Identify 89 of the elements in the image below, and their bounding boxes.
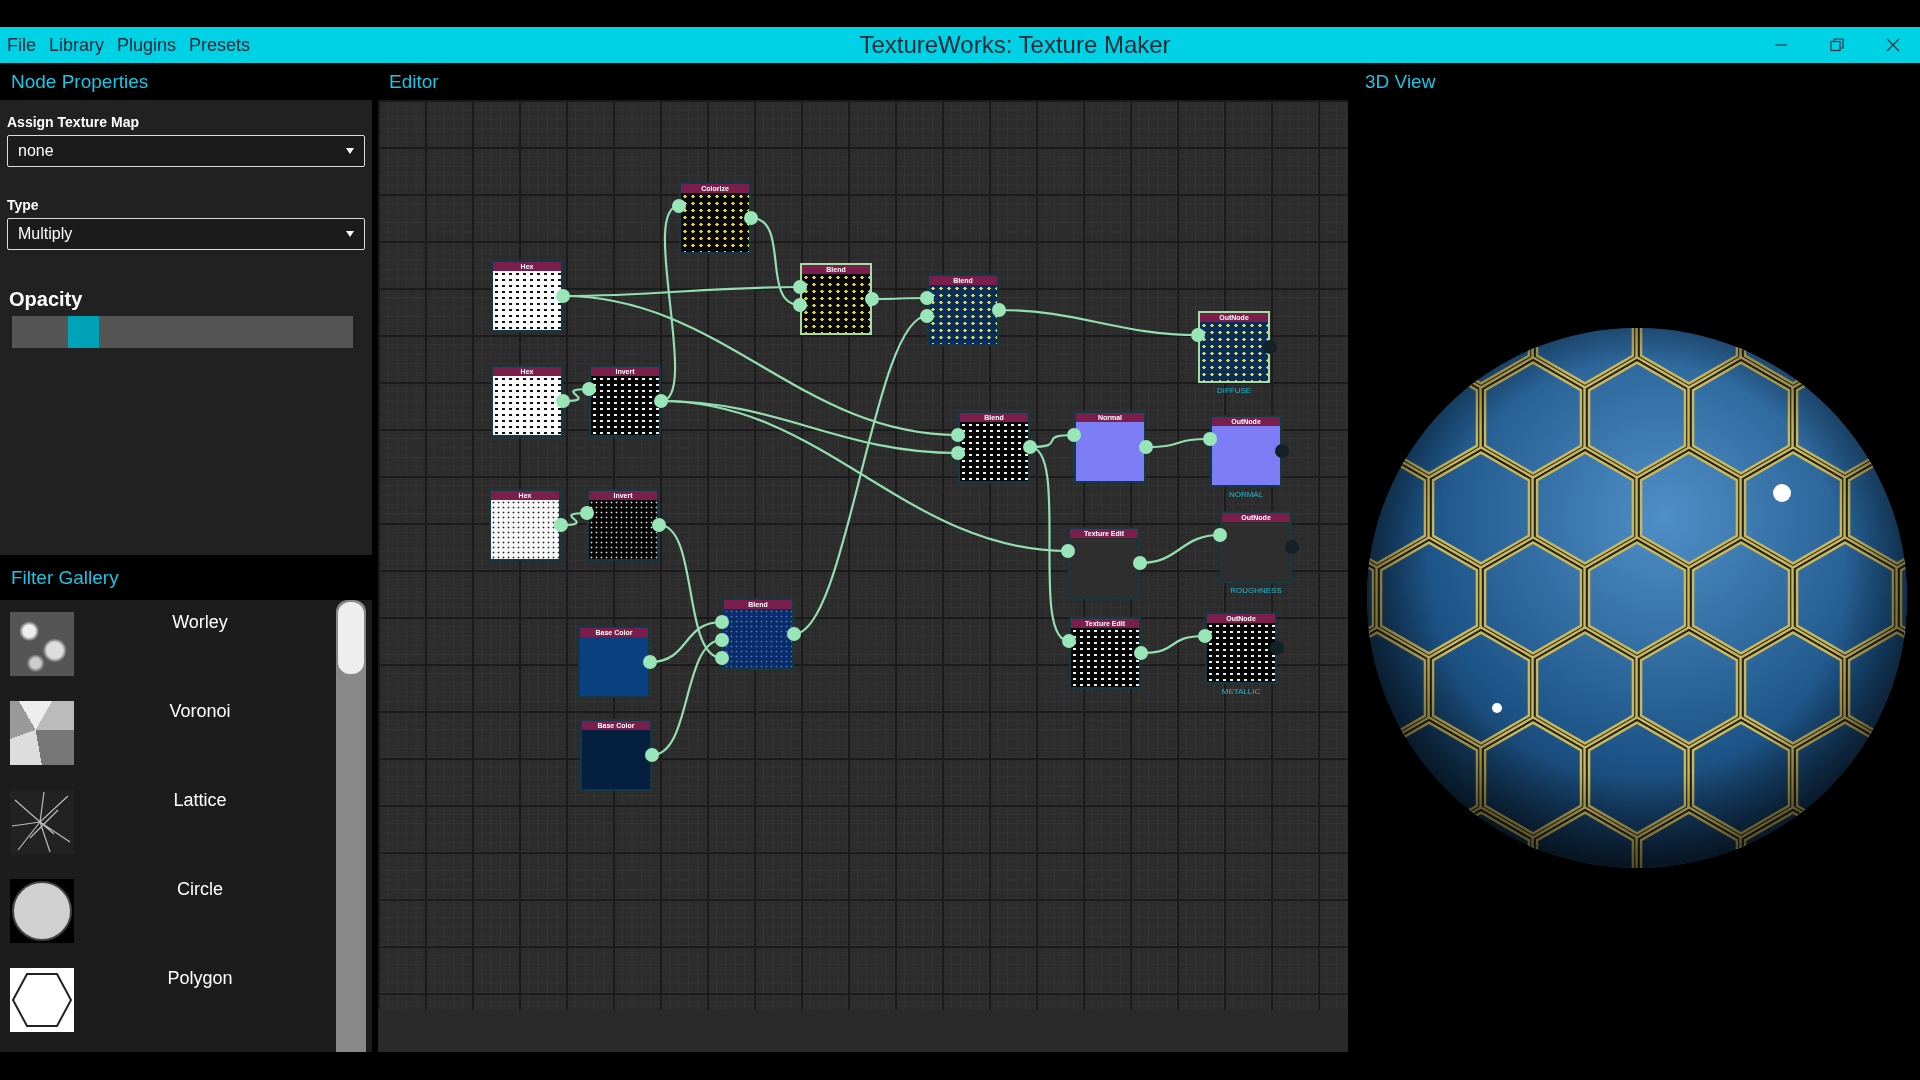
close-icon[interactable]: [1886, 38, 1900, 52]
input-port[interactable]: [920, 309, 934, 323]
cells-thumbnail: [10, 701, 74, 765]
panel-title: Node Properties: [11, 70, 149, 93]
slider-thumb[interactable]: [67, 316, 99, 348]
output-port[interactable]: [654, 394, 668, 408]
texture-preview: [1070, 538, 1138, 597]
output-label: DIFFUSE: [1215, 386, 1253, 395]
texture-preview: [929, 285, 997, 344]
input-port[interactable]: [1213, 528, 1227, 542]
texture-preview: [1207, 623, 1275, 682]
texture-preview: [1200, 322, 1268, 381]
texture-preview: [1212, 426, 1280, 485]
output-port[interactable]: [652, 518, 666, 532]
output-port[interactable]: [1133, 556, 1147, 570]
opacity-slider[interactable]: [12, 316, 353, 348]
caret-icon: [346, 231, 354, 237]
input-port[interactable]: [951, 446, 965, 460]
input-port[interactable]: [1061, 544, 1075, 558]
texture-preview: [802, 274, 870, 333]
texture-preview: [1071, 628, 1139, 687]
input-port[interactable]: [1191, 328, 1205, 342]
noise-thumbnail: [10, 612, 74, 676]
output-port[interactable]: [554, 518, 568, 532]
texture-preview: [724, 609, 792, 668]
input-port[interactable]: [1067, 428, 1081, 442]
input-port[interactable]: [672, 199, 686, 213]
texture-preview: [960, 422, 1028, 481]
lattice-thumbnail: [10, 790, 74, 854]
output-port[interactable]: [556, 394, 570, 408]
input-port[interactable]: [715, 633, 729, 647]
panel-title: Editor: [389, 70, 439, 93]
texture-preview: [1222, 522, 1290, 581]
input-port[interactable]: [1198, 629, 1212, 643]
output-label: NORMAL: [1227, 490, 1265, 499]
texture-preview: [493, 271, 561, 330]
field-label: Type: [7, 197, 40, 213]
texture-preview: [589, 500, 657, 559]
input-port[interactable]: [1062, 634, 1076, 648]
filter-item[interactable]: Lattice: [0, 790, 336, 854]
panel-title: 3D View: [1365, 70, 1436, 93]
filter-item[interactable]: Worley: [0, 612, 336, 676]
input-port[interactable]: [582, 382, 596, 396]
panel-title: Filter Gallery: [11, 566, 119, 589]
filter-item[interactable]: Voronoi: [0, 701, 336, 765]
scrollbar-track[interactable]: [336, 600, 366, 1052]
output-port[interactable]: [992, 303, 1006, 317]
texture-preview: [681, 193, 749, 252]
input-port[interactable]: [951, 428, 965, 442]
output-label: ROUGHNESS: [1229, 586, 1283, 595]
texture-preview: [1076, 422, 1144, 481]
field-label: Assign Texture Map: [7, 114, 140, 130]
input-port[interactable]: [715, 651, 729, 665]
output-port[interactable]: [1134, 646, 1148, 660]
menu-item[interactable]: Library: [46, 34, 115, 56]
texture-preview: [580, 637, 648, 696]
menu-item[interactable]: Plugins: [114, 34, 187, 56]
texture-map-dropdown[interactable]: none: [7, 135, 365, 167]
circle-thumbnail: [10, 879, 74, 943]
texture-preview: [582, 730, 650, 789]
opacity-label: Opacity: [9, 288, 84, 311]
caret-icon: [346, 148, 354, 154]
texture-preview: [591, 376, 659, 435]
output-label: METALLIC: [1220, 687, 1262, 696]
input-port[interactable]: [920, 291, 934, 305]
texture-preview: [491, 500, 559, 559]
output-port[interactable]: [643, 655, 657, 669]
output-port[interactable]: [787, 627, 801, 641]
input-port[interactable]: [793, 280, 807, 294]
input-port[interactable]: [580, 506, 594, 520]
output-port[interactable]: [645, 748, 659, 762]
output-port[interactable]: [1023, 440, 1037, 454]
hexagon-thumbnail: [10, 968, 74, 1032]
input-port[interactable]: [793, 298, 807, 312]
input-port[interactable]: [715, 615, 729, 629]
output-port[interactable]: [744, 211, 758, 225]
texture-preview: [493, 376, 561, 435]
menu-item[interactable]: File: [4, 34, 46, 56]
type-dropdown[interactable]: Multiply: [7, 218, 365, 250]
scrollbar-thumb[interactable]: [338, 602, 364, 674]
output-port[interactable]: [556, 289, 570, 303]
window-title: TextureWorks: Texture Maker: [858, 31, 1171, 59]
output-port[interactable]: [1139, 440, 1153, 454]
filter-item[interactable]: Polygon: [0, 968, 336, 1032]
input-port[interactable]: [1203, 432, 1217, 446]
output-port[interactable]: [865, 292, 879, 306]
restore-icon[interactable]: [1830, 38, 1844, 52]
filter-item[interactable]: Circle: [0, 879, 336, 943]
menu-item[interactable]: Presets: [186, 34, 261, 56]
